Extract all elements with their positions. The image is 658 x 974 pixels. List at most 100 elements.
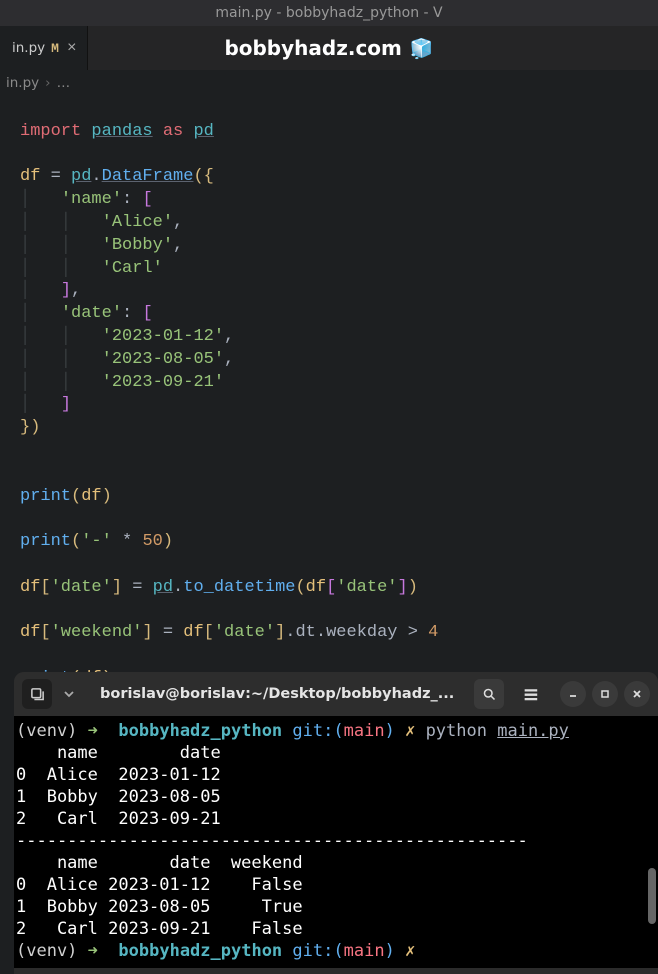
- chevron-right-icon: ›: [45, 75, 50, 91]
- overlay-text: bobbyhadz.com: [224, 36, 401, 60]
- out-row: 1 Bobby 2023-08-05: [16, 787, 221, 807]
- out-row: 1 Bobby 2023-08-05 True: [16, 897, 303, 917]
- attr-dt-weekday: .dt.weekday: [285, 623, 397, 642]
- fn-dataframe: DataFrame: [102, 167, 194, 186]
- arg-df: df: [306, 578, 326, 597]
- op-assign: =: [51, 167, 61, 186]
- var-df: df: [20, 623, 40, 642]
- breadcrumb-more: …: [57, 75, 71, 91]
- prompt-git-close: ): [385, 721, 395, 741]
- maximize-button[interactable]: [592, 681, 618, 707]
- terminal-header: borislav@borislav:~/Desktop/bobbyhadz_..…: [14, 672, 658, 716]
- idx-weekend: 'weekend': [51, 623, 143, 642]
- prompt-branch: main: [344, 941, 385, 961]
- prompt-git-close: ): [385, 941, 395, 961]
- cmd-file: main.py: [497, 721, 569, 741]
- close-icon[interactable]: ×: [67, 40, 77, 56]
- out-row: 2 Carl 2023-09-21: [16, 809, 221, 829]
- alias-pd: pd: [193, 122, 213, 141]
- mod-pandas: pandas: [91, 122, 152, 141]
- editor-tab[interactable]: in.py M ×: [0, 26, 88, 70]
- paren: ): [163, 532, 173, 551]
- paren: (: [71, 532, 81, 551]
- window-title: main.py - bobbyhadz_python - V: [0, 0, 658, 26]
- terminal-window: borislav@borislav:~/Desktop/bobbyhadz_..…: [14, 672, 658, 974]
- str-date3: '2023-09-21': [102, 373, 224, 392]
- colon: :: [122, 190, 132, 209]
- prompt-arrow-icon: ➜: [88, 721, 98, 741]
- out-row: 2 Carl 2023-09-21 False: [16, 919, 303, 939]
- menu-button[interactable]: ≡: [516, 679, 546, 709]
- op-assign: =: [132, 578, 142, 597]
- out-row: 0 Alice 2023-01-12: [16, 765, 221, 785]
- var-df: df: [183, 623, 203, 642]
- str-dash: '-': [81, 532, 112, 551]
- fn-todatetime: to_datetime: [183, 578, 295, 597]
- str-date2: '2023-08-05': [102, 350, 224, 369]
- bracket-close: ]: [61, 395, 71, 414]
- str-alice: 'Alice': [102, 213, 173, 232]
- key-name: 'name': [61, 190, 122, 209]
- terminal-title: borislav@borislav:~/Desktop/bobbyhadz_..…: [86, 686, 462, 702]
- cube-icon: 🧊: [410, 37, 434, 60]
- paren-close: }): [20, 418, 40, 437]
- search-button[interactable]: [474, 679, 504, 709]
- tab-filename: in.py: [12, 40, 45, 56]
- num-4: 4: [428, 623, 438, 642]
- out-header1: name date: [16, 743, 221, 763]
- var-df: df: [20, 167, 40, 186]
- minimize-button[interactable]: [560, 681, 586, 707]
- paren-open: ({: [193, 167, 213, 186]
- ref-pd: pd: [71, 167, 91, 186]
- paren: ): [102, 487, 112, 506]
- terminal-output[interactable]: (venv) ➜ bobbyhadz_python git:(main) ✗ p…: [14, 716, 658, 968]
- scrollbar-thumb[interactable]: [648, 868, 656, 924]
- tab-dropdown[interactable]: [58, 679, 80, 709]
- prompt-venv: (venv): [16, 721, 77, 741]
- out-row: 0 Alice 2023-01-12 False: [16, 875, 303, 895]
- new-tab-button[interactable]: [22, 679, 52, 709]
- fn-print: print: [20, 487, 71, 506]
- tab-bar: in.py M × bobbyhadz.com 🧊: [0, 26, 658, 70]
- str-bobby: 'Bobby': [102, 236, 173, 255]
- prompt-git: git:(: [292, 941, 343, 961]
- op-assign: =: [163, 623, 173, 642]
- bracket-close: ]: [61, 281, 71, 300]
- str-date1: '2023-01-12': [102, 327, 224, 346]
- out-sep: ----------------------------------------…: [16, 831, 528, 851]
- idx-date: 'date': [336, 578, 397, 597]
- num-50: 50: [142, 532, 162, 551]
- breadcrumb-file: in.py: [6, 75, 39, 91]
- bracket-open: [: [142, 304, 152, 323]
- prompt-git: git:(: [292, 721, 343, 741]
- ref-pd: pd: [153, 578, 173, 597]
- prompt-branch: main: [344, 721, 385, 741]
- idx-date: 'date': [214, 623, 275, 642]
- kw-as: as: [163, 122, 183, 141]
- bracket-open: [: [142, 190, 152, 209]
- code-editor[interactable]: import pandas as pd df = pd.DataFrame({ …: [0, 96, 658, 691]
- prompt-arrow-icon: ➜: [88, 941, 98, 961]
- arg-df: df: [81, 487, 101, 506]
- prompt-venv: (venv): [16, 941, 77, 961]
- prompt-dirty-icon: ✗: [405, 941, 415, 961]
- prompt-dirty-icon: ✗: [405, 721, 415, 741]
- overlay-title: bobbyhadz.com 🧊: [0, 26, 658, 70]
- modified-indicator: M: [51, 41, 59, 56]
- kw-import: import: [20, 122, 81, 141]
- colon: :: [122, 304, 132, 323]
- cmd-python: python: [426, 721, 487, 741]
- fn-print: print: [20, 532, 71, 551]
- prompt-dir: bobbyhadz_python: [118, 941, 282, 961]
- prompt-dir: bobbyhadz_python: [118, 721, 282, 741]
- close-button[interactable]: [624, 681, 650, 707]
- breadcrumb[interactable]: in.py › …: [0, 70, 658, 96]
- str-carl: 'Carl': [102, 259, 163, 278]
- dot: .: [91, 167, 101, 186]
- key-date: 'date': [61, 304, 122, 323]
- paren: (: [71, 487, 81, 506]
- out-header2: name date weekend: [16, 853, 303, 873]
- var-df: df: [20, 578, 40, 597]
- op-star: *: [122, 532, 132, 551]
- op-gt: >: [408, 623, 418, 642]
